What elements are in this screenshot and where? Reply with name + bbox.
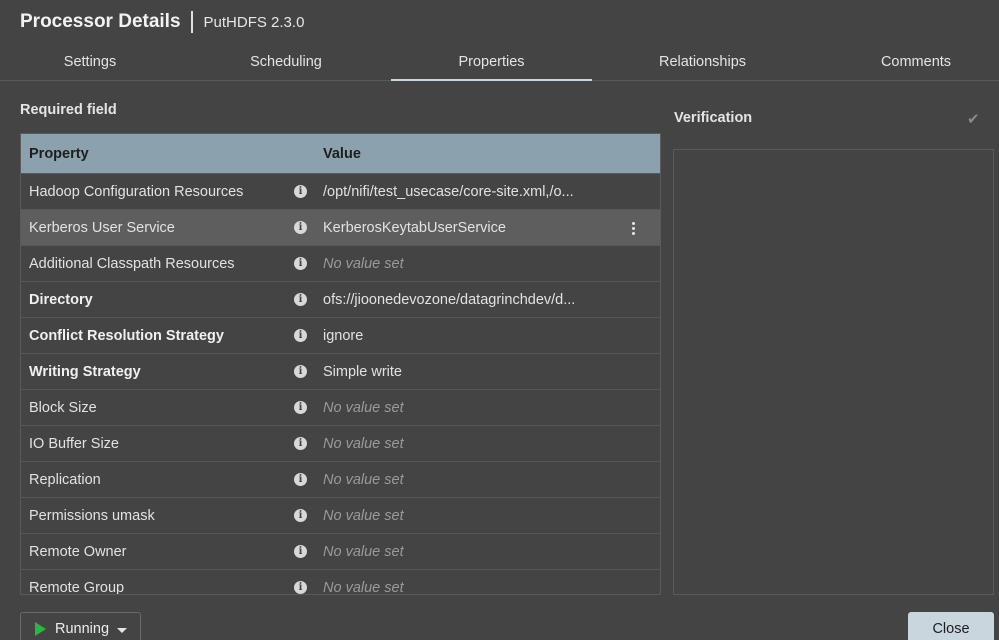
table-row[interactable]: Block Size i No value set [21,390,660,426]
info-icon[interactable]: i [294,221,307,234]
dialog-title: Processor Details [20,11,181,32]
properties-table: Property Value Hadoop Configuration Reso… [20,133,661,595]
close-button[interactable]: Close [908,612,994,640]
property-name: Conflict Resolution Strategy [29,328,224,344]
info-icon[interactable]: i [294,185,307,198]
property-value[interactable]: No value set [323,400,404,416]
property-name: Remote Group [29,580,125,595]
info-icon[interactable]: i [294,401,307,414]
required-field-label: Required field [20,102,117,118]
info-icon[interactable]: i [294,329,307,342]
property-value[interactable]: No value set [323,544,404,560]
info-icon[interactable]: i [294,257,307,270]
property-name: Block Size [29,400,97,416]
property-value[interactable]: No value set [323,472,404,488]
verification-title: Verification [674,110,753,126]
property-name: Kerberos User Service [29,220,175,236]
tab-relationships[interactable]: Relationships [612,44,793,80]
table-row[interactable]: Conflict Resolution Strategy i ignore [21,318,660,354]
run-status-button[interactable]: Running [20,612,141,640]
property-value[interactable]: /opt/nifi/test_usecase/core-site.xml,/o.… [323,184,574,200]
property-name: IO Buffer Size [29,436,119,452]
play-icon [35,622,46,636]
property-value[interactable]: ofs://jioonedevozone/datagrinchdev/d... [323,292,575,308]
value-column-header[interactable]: Value [323,146,361,162]
table-row[interactable]: Writing Strategy i Simple write [21,354,660,390]
info-icon[interactable]: i [294,581,307,594]
dialog-header: Processor Details PutHDFS 2.3.0 [20,9,304,35]
table-body: Hadoop Configuration Resources i/opt/nifi… [21,174,660,595]
title-divider [190,11,193,33]
property-column-header[interactable]: Property [29,146,89,162]
table-row[interactable]: Kerberos User Service i KerberosKeytabUser… [21,210,660,246]
table-row[interactable]: Remote Group i No value set [21,570,660,595]
property-name: Writing Strategy [29,364,141,380]
property-value[interactable]: KerberosKeytabUserService [323,220,506,236]
info-icon[interactable]: i [294,509,307,522]
table-row[interactable]: Permissions umask i No value set [21,498,660,534]
tab-comments[interactable]: Comments [826,44,999,80]
table-row[interactable]: Hadoop Configuration Resources i/opt/nifi… [21,174,660,210]
info-icon[interactable]: i [294,437,307,450]
more-options-icon[interactable] [627,219,639,237]
run-status-label: Running [55,621,110,637]
info-icon[interactable]: i [294,365,307,378]
property-name: Replication [29,472,101,488]
property-value[interactable]: No value set [323,256,404,272]
property-value[interactable]: Simple write [323,364,402,380]
info-icon[interactable]: i [294,473,307,486]
tab-bar: Settings Scheduling Properties Relations… [0,44,999,81]
property-value[interactable]: No value set [323,436,404,452]
table-row[interactable]: Replication i No value set [21,462,660,498]
info-icon[interactable]: i [294,293,307,306]
table-row[interactable]: IO Buffer Size i No value set [21,426,660,462]
table-row[interactable]: Remote Owner i No value set [21,534,660,570]
table-row[interactable]: Additional Classpath Resources i No value … [21,246,660,282]
caret-down-icon [117,627,128,633]
property-name: Remote Owner [29,544,127,560]
property-name: Permissions umask [29,508,155,524]
table-row[interactable]: Directory i ofs://jioonedevozone/datagrinc… [21,282,660,318]
tab-scheduling[interactable]: Scheduling [196,44,376,80]
verification-panel [673,149,994,595]
property-value[interactable]: No value set [323,580,404,594]
property-value[interactable]: ignore [323,328,363,344]
property-name: Additional Classpath Resources [29,256,235,272]
tab-properties[interactable]: Properties [391,44,592,81]
property-value[interactable]: No value set [323,508,404,524]
processor-type-version: PutHDFS 2.3.0 [203,13,305,31]
property-name: Hadoop Configuration Resources [29,184,244,200]
info-icon[interactable]: i [294,545,307,558]
table-header: Property Value [21,134,660,174]
check-icon[interactable]: ✔ [967,110,980,128]
property-name: Directory [29,292,93,308]
tab-settings[interactable]: Settings [0,44,180,80]
